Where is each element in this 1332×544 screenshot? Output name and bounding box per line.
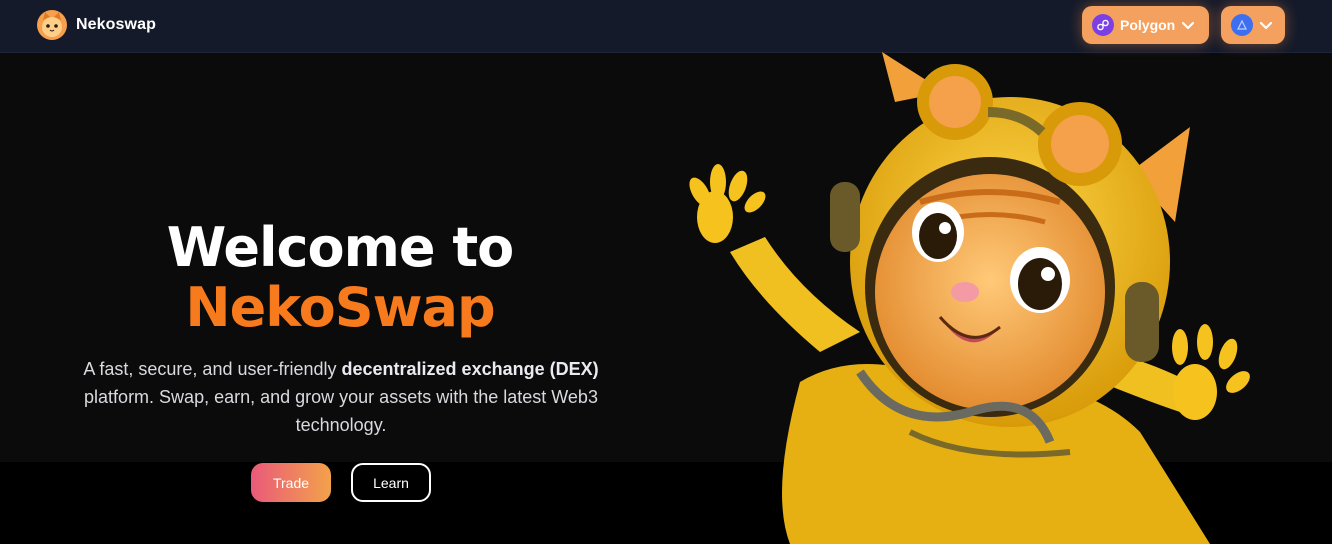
- hero-description-lead: A fast, secure, and user-friendly: [83, 359, 342, 379]
- brand[interactable]: Nekoswap: [36, 9, 156, 41]
- network-label: Polygon: [1120, 17, 1176, 33]
- learn-button[interactable]: Learn: [351, 463, 431, 502]
- chevron-down-icon: [1259, 21, 1273, 30]
- hero-description-tail: platform. Swap, earn, and grow your asse…: [84, 387, 598, 435]
- wallet-selector-button[interactable]: [1221, 6, 1285, 44]
- top-navbar: Nekoswap Polygon: [0, 0, 1332, 53]
- hero-title-line1: Welcome to: [166, 216, 514, 279]
- hero-title-brand: NekoSwap: [185, 276, 495, 339]
- chevron-down-icon: [1182, 21, 1195, 30]
- brand-name: Nekoswap: [76, 16, 156, 33]
- wallet-network-icon: [1231, 14, 1253, 36]
- astronaut-cat-illustration: [689, 52, 1250, 544]
- hero-title: Welcome to NekoSwap: [60, 218, 620, 338]
- hero-description-emphasis: decentralized exchange (DEX): [341, 359, 599, 379]
- hero-description: A fast, secure, and user-friendly decent…: [50, 355, 632, 439]
- polygon-chain-icon: [1092, 14, 1114, 36]
- trade-button[interactable]: Trade: [251, 463, 331, 502]
- cat-face-icon: [37, 10, 67, 40]
- network-selector-button[interactable]: Polygon: [1082, 6, 1209, 44]
